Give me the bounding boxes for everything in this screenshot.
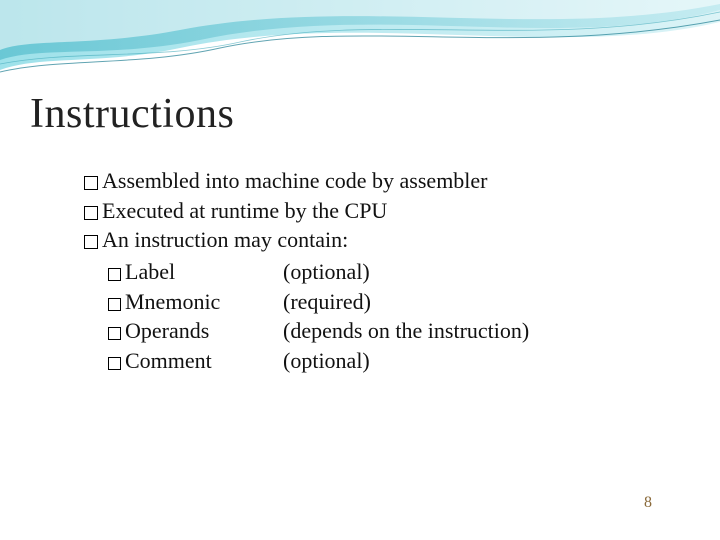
part-note: (depends on the instruction) [283, 316, 690, 346]
part-note: (optional) [283, 257, 690, 287]
bullet-item: Assembled into machine code by assembler [84, 166, 690, 196]
sub-bullet-list: Label (optional) Mnemonic (required) Ope… [84, 257, 690, 376]
square-bullet-icon [108, 357, 121, 370]
bullet-text: An instruction may contain: [102, 225, 348, 255]
bullet-text: Executed at runtime by the CPU [102, 196, 387, 226]
sub-bullet-item: Label (optional) [108, 257, 690, 287]
square-bullet-icon [84, 235, 98, 249]
bullet-item: An instruction may contain: [84, 225, 690, 255]
square-bullet-icon [84, 206, 98, 220]
part-note: (required) [283, 287, 690, 317]
part-name: Mnemonic [125, 287, 283, 317]
bullet-item: Executed at runtime by the CPU [84, 196, 690, 226]
bullet-text: Assembled into machine code by assembler [102, 166, 488, 196]
square-bullet-icon [108, 298, 121, 311]
sub-bullet-item: Mnemonic (required) [108, 287, 690, 317]
part-name: Comment [125, 346, 283, 376]
part-name: Label [125, 257, 283, 287]
bullet-list: Assembled into machine code by assembler… [30, 166, 690, 376]
part-name: Operands [125, 316, 283, 346]
square-bullet-icon [108, 327, 121, 340]
square-bullet-icon [84, 176, 98, 190]
page-number: 8 [644, 494, 652, 512]
slide: Instructions Assembled into machine code… [0, 0, 720, 540]
slide-title: Instructions [30, 90, 690, 138]
part-note: (optional) [283, 346, 690, 376]
sub-bullet-item: Comment (optional) [108, 346, 690, 376]
square-bullet-icon [108, 268, 121, 281]
sub-bullet-item: Operands (depends on the instruction) [108, 316, 690, 346]
